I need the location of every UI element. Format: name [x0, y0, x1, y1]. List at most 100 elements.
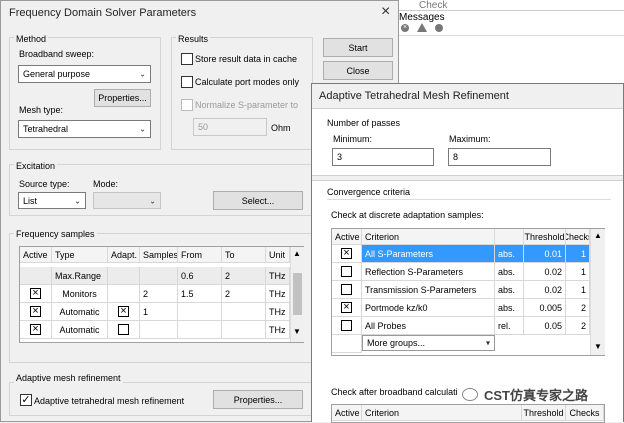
table-cell[interactable]: Portmode kz/k0 [362, 299, 495, 317]
table-cell[interactable]: 0.02 [524, 263, 566, 281]
scroll-up-icon[interactable]: ▲ [293, 249, 301, 258]
info-icon[interactable] [435, 24, 443, 32]
active-checkbox[interactable] [341, 266, 352, 277]
column-header[interactable]: Active [332, 229, 362, 245]
table-cell[interactable]: abs. [495, 299, 524, 317]
table-cell[interactable] [20, 267, 52, 285]
table-cell[interactable]: All S-Parameters [362, 245, 495, 263]
table-cell[interactable]: THz [266, 285, 290, 303]
start-button[interactable]: Start [323, 38, 393, 57]
max-passes-input[interactable]: 8 [448, 148, 551, 166]
active-checkbox[interactable]: × [30, 306, 41, 317]
table-cell[interactable] [332, 281, 362, 299]
table-cell[interactable]: Automatic [52, 321, 108, 339]
column-header[interactable]: To [222, 247, 266, 263]
table-cell[interactable]: rel. [495, 317, 524, 335]
table-cell[interactable]: × [108, 303, 140, 321]
column-header[interactable]: Criterion [362, 405, 522, 421]
table-cell[interactable]: Max.Range [52, 267, 108, 285]
calc-port-modes-checkbox[interactable] [181, 76, 193, 88]
column-header[interactable]: Active [332, 405, 362, 421]
adaptive-mesh-checkbox[interactable]: ✓ [20, 394, 32, 406]
table-cell[interactable]: × [20, 285, 52, 303]
table-cell[interactable]: 0.01 [524, 245, 566, 263]
table-cell[interactable]: Monitors [52, 285, 108, 303]
adapt-checkbox[interactable]: × [118, 306, 129, 317]
table-cell[interactable]: Automatic [52, 303, 108, 321]
active-checkbox[interactable]: × [30, 324, 41, 335]
table-scrollbar[interactable]: ▲ ▼ [590, 229, 605, 355]
close-button[interactable]: Close [323, 61, 393, 80]
table-cell[interactable]: 2 [566, 299, 590, 317]
table-cell[interactable]: 0.6 [178, 267, 222, 285]
table-cell[interactable]: 1 [566, 263, 590, 281]
active-checkbox[interactable]: × [30, 288, 41, 299]
table-cell[interactable]: × [332, 299, 362, 317]
column-header[interactable]: Adapt. [108, 247, 140, 263]
table-cell[interactable]: 1 [566, 245, 590, 263]
table-cell[interactable]: 1.5 [178, 285, 222, 303]
more-groups-select[interactable]: More groups... ▾ [362, 335, 495, 351]
table-cell[interactable]: Reflection S-Parameters [362, 263, 495, 281]
table-cell[interactable]: abs. [495, 245, 524, 263]
table-cell[interactable]: THz [266, 303, 290, 321]
table-cell[interactable]: 2 [566, 317, 590, 335]
error-icon[interactable]: × [401, 24, 409, 32]
column-header[interactable]: Checks [566, 229, 590, 245]
table-cell[interactable] [140, 267, 178, 285]
source-type-select[interactable]: List ⌄ [18, 192, 86, 209]
close-icon[interactable]: × [381, 3, 390, 21]
table-cell[interactable]: abs. [495, 281, 524, 299]
column-header[interactable]: Type [52, 247, 108, 263]
table-cell[interactable]: THz [266, 267, 290, 285]
table-cell[interactable] [140, 321, 178, 339]
table-cell[interactable]: All Probes [362, 317, 495, 335]
normalize-checkbox[interactable] [181, 99, 193, 111]
table-cell[interactable]: 2 [140, 285, 178, 303]
table-cell[interactable]: 0.005 [524, 299, 566, 317]
mode-select[interactable]: ⌄ [93, 192, 161, 209]
active-checkbox[interactable] [341, 320, 352, 331]
adapt-checkbox[interactable] [118, 324, 129, 335]
table-cell[interactable] [108, 285, 140, 303]
table-cell[interactable]: 1 [140, 303, 178, 321]
mesh-type-select[interactable]: Tetrahedral ⌄ [18, 120, 151, 138]
table-cell[interactable]: Transmission S-Parameters [362, 281, 495, 299]
column-header[interactable]: Threshold [524, 229, 566, 245]
select-button[interactable]: Select... [213, 191, 303, 210]
table-cell[interactable]: 1 [566, 281, 590, 299]
table-cell[interactable] [332, 263, 362, 281]
active-checkbox[interactable]: × [341, 248, 352, 259]
scroll-down-icon[interactable]: ▼ [293, 327, 301, 336]
column-header[interactable]: Unit [266, 247, 290, 263]
column-header[interactable]: Checks [566, 405, 604, 421]
adaptive-properties-button[interactable]: Properties... [213, 390, 303, 409]
column-header[interactable]: Active [20, 247, 52, 263]
table-cell[interactable]: × [20, 321, 52, 339]
table-cell[interactable]: 2 [222, 267, 266, 285]
table-cell[interactable]: abs. [495, 263, 524, 281]
active-checkbox[interactable]: × [341, 302, 352, 313]
table-cell[interactable] [178, 303, 222, 321]
table-cell[interactable] [222, 303, 266, 321]
column-header[interactable]: From [178, 247, 222, 263]
scroll-down-icon[interactable]: ▼ [594, 342, 602, 351]
table-scrollbar[interactable]: ▲ ▼ [290, 247, 304, 342]
table-cell[interactable]: THz [266, 321, 290, 339]
scroll-up-icon[interactable]: ▲ [594, 231, 602, 240]
table-cell[interactable] [108, 267, 140, 285]
column-header[interactable]: Criterion [362, 229, 495, 245]
column-header[interactable]: Samples [140, 247, 178, 263]
table-cell[interactable]: 0.05 [524, 317, 566, 335]
min-passes-input[interactable]: 3 [332, 148, 434, 166]
normalize-value-input[interactable]: 50 [193, 118, 267, 136]
table-cell[interactable]: × [332, 245, 362, 263]
table-cell[interactable]: × [20, 303, 52, 321]
table-cell[interactable] [108, 321, 140, 339]
table-cell[interactable] [178, 321, 222, 339]
warning-icon[interactable] [417, 23, 427, 32]
table-cell[interactable] [332, 317, 362, 335]
active-checkbox[interactable] [341, 284, 352, 295]
table-cell[interactable] [222, 321, 266, 339]
column-header[interactable]: Threshold [522, 405, 566, 421]
